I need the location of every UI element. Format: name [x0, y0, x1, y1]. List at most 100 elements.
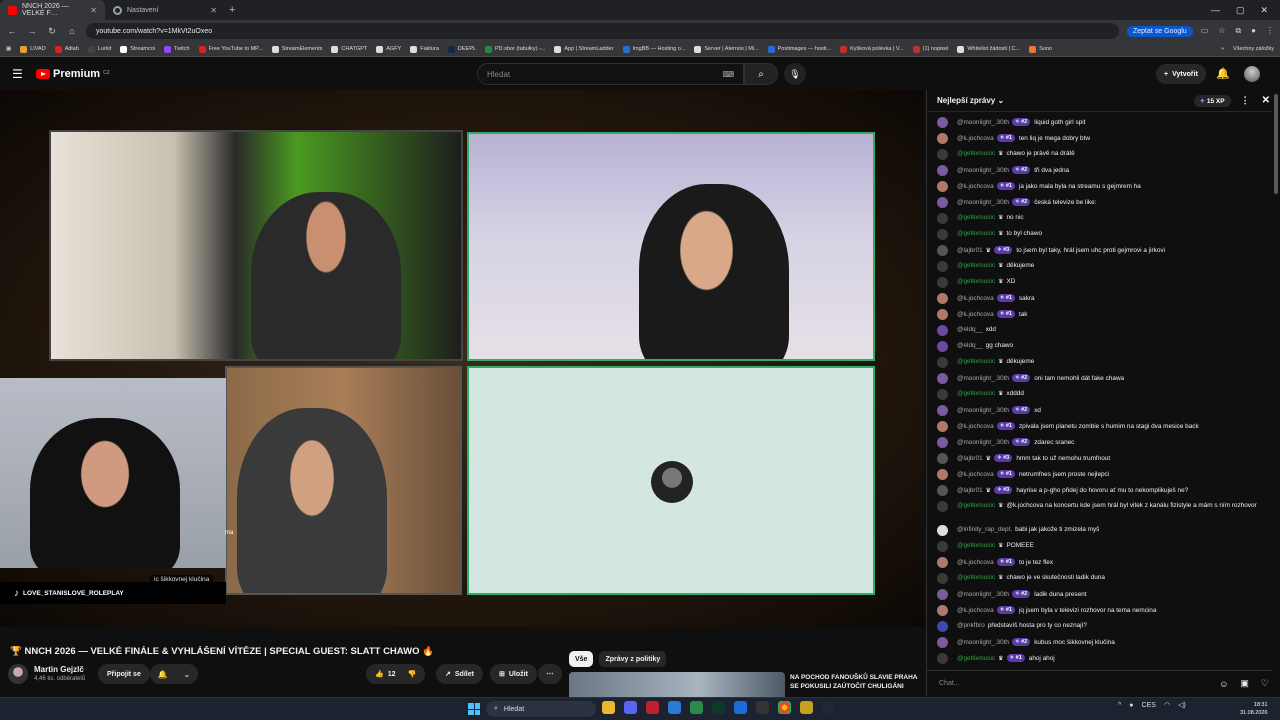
youtube-premium-logo[interactable]: Premium CZ [36, 68, 110, 80]
bookmark-item[interactable]: App | StreamLadder [554, 45, 614, 53]
chat-avatar[interactable] [937, 357, 948, 368]
chat-username[interactable]: @lajbr01 [957, 487, 983, 494]
page-scrollbar[interactable] [1272, 90, 1280, 696]
chat-username[interactable]: @pnkfbro [957, 622, 985, 629]
file-explorer-icon[interactable] [602, 701, 615, 714]
bookmark-item[interactable]: Streamcoi [120, 45, 155, 53]
bookmark-item[interactable]: ImgBB — Hosting o... [622, 45, 685, 53]
apps-icon[interactable]: ▦ [6, 46, 11, 52]
bookmark-item[interactable]: AGFY [376, 45, 401, 53]
super-chat-icon[interactable]: ▣ [1240, 678, 1249, 689]
channel-avatar[interactable] [8, 664, 28, 684]
chat-message[interactable]: @moonlight_.30th ✧ #2 liquid goth girl spi… [927, 114, 1271, 130]
chat-message[interactable]: @getlixmusic ♛ no nic [927, 210, 1271, 226]
chat-username[interactable]: @getlixmusic [957, 390, 995, 397]
chat-message[interactable]: @k.jochcova ✧ #1 zpivala jsem planetu zomb… [927, 418, 1271, 434]
like-button[interactable]: 👍 12 👎 [366, 664, 426, 684]
chat-avatar[interactable] [937, 501, 948, 512]
hamburger-menu-icon[interactable]: ☰ [12, 67, 26, 81]
app-icon[interactable] [646, 701, 659, 714]
chat-username[interactable]: @getlixmusic [957, 262, 995, 269]
chat-avatar[interactable] [937, 621, 948, 632]
more-actions-button[interactable]: ⋯ [538, 664, 562, 684]
chat-username[interactable]: @lajbr01 [957, 455, 983, 462]
cast-icon[interactable]: ▭ [1201, 26, 1209, 36]
bookmark-item[interactable]: (1) nopixel [912, 45, 948, 53]
chat-username[interactable]: @k.jochcova [957, 295, 994, 302]
chat-username[interactable]: @infinity_rap_dept. [957, 526, 1012, 533]
chat-message[interactable]: @k.jochcova ✧ #1 ten liq je mega dobry btw [927, 130, 1271, 146]
new-tab-icon[interactable]: + [229, 4, 235, 16]
chat-username[interactable]: @getlixmusic [957, 542, 995, 549]
chat-username[interactable]: @getlixmusic [957, 655, 995, 662]
chat-message[interactable]: @moonlight_.30th ✧ #2 oni tam nemohli dát … [927, 370, 1271, 386]
all-bookmarks-folder[interactable]: Všechny záložky [1233, 46, 1274, 52]
chat-message[interactable]: @lajbr01 ♛ ✧ #3 hmm tak to už nemohu trumfn… [927, 450, 1271, 466]
maximize-icon[interactable]: ▢ [1236, 5, 1245, 16]
menu-icon[interactable]: ⋮ [1266, 26, 1274, 36]
search-button[interactable]: ⌕ [744, 63, 778, 85]
discord-icon[interactable] [624, 701, 637, 714]
bookmark-item[interactable]: DEEPL [447, 45, 476, 53]
chat-avatar[interactable] [937, 637, 948, 648]
taskbar-search[interactable]: ⌕ Hledat [486, 701, 596, 717]
chat-message[interactable]: @eldq__ gg chawo [927, 338, 1271, 354]
keyboard-icon[interactable]: ⌨ [722, 70, 734, 79]
chat-avatar[interactable] [937, 389, 948, 400]
app-icon[interactable] [734, 701, 747, 714]
chat-username[interactable]: @eldq__ [957, 342, 983, 349]
chat-avatar[interactable] [937, 605, 948, 616]
bookmark-item[interactable]: StreamElements [271, 45, 322, 53]
chat-username[interactable]: @getlixmusic [957, 358, 995, 365]
chat-message[interactable]: @getlixmusic ♛ děkujeme [927, 258, 1271, 274]
app-icon[interactable] [800, 701, 813, 714]
chat-avatar[interactable] [937, 165, 948, 176]
ask-google-button[interactable]: Zeptat se Googlu [1127, 25, 1193, 37]
bookmark-item[interactable]: CHATGPT [331, 45, 367, 53]
chat-message[interactable]: @getlixmusic ♛ chawo je ve skutečnosti lad… [927, 570, 1271, 586]
bookmark-item[interactable]: Free YouTube to MP... [198, 45, 263, 53]
forward-icon[interactable]: → [26, 26, 38, 36]
save-button[interactable]: ⊞ Uložit [490, 664, 537, 684]
recommended-video-thumbnail[interactable] [569, 672, 785, 698]
chat-username[interactable]: @k.jochcova [957, 607, 994, 614]
chrome-icon[interactable] [778, 701, 791, 714]
chat-message[interactable]: @k.jochcova ✧ #1 netrumfnes jsem proste ne… [927, 466, 1271, 482]
search-input[interactable]: Hledat ⌨ [477, 63, 744, 85]
bookmark-item[interactable]: Adlab [54, 45, 79, 53]
chat-avatar[interactable] [937, 197, 948, 208]
chat-username[interactable]: @moonlight_.30th [957, 199, 1009, 206]
tray-app-icon[interactable]: ● [1129, 702, 1133, 709]
chat-username[interactable]: @k.jochcova [957, 183, 994, 190]
chat-avatar[interactable] [937, 277, 948, 288]
chip-politics[interactable]: Zprávy z politiky [599, 651, 667, 667]
chat-mode-selector[interactable]: Nejlepší zprávy ⌄ [937, 96, 1004, 105]
chat-username[interactable]: @k.jochcova [957, 311, 994, 318]
chat-message[interactable]: @moonlight_.30th ✧ #2 kubus moc šikkovnej … [927, 634, 1271, 650]
chat-message[interactable]: @lajbr01 ♛ ✧ #3 hayrise a p-gho přidej do h… [927, 482, 1271, 498]
chat-avatar[interactable] [937, 373, 948, 384]
bookmark-item[interactable]: Kyšková polévka | V... [840, 45, 904, 53]
voice-search-button[interactable]: 🎙 [784, 63, 806, 85]
chat-username[interactable]: @getlixmusic [957, 150, 995, 157]
create-button[interactable]: + Vytvořit [1156, 64, 1206, 84]
chat-avatar[interactable] [937, 573, 948, 584]
chat-message[interactable]: @moonlight_.30th ✧ #2 tři dva jedna [927, 162, 1271, 178]
notifications-bell-icon[interactable]: 🔔 [1216, 67, 1230, 80]
chat-message[interactable]: @moonlight_.30th ✧ #2 česká televize be li… [927, 194, 1271, 210]
bookmark-item[interactable]: PD.sbor (tabulky) -... [484, 45, 545, 53]
close-tab-icon[interactable]: ✕ [90, 6, 97, 15]
back-icon[interactable]: ← [6, 26, 18, 36]
close-tab-icon[interactable]: ✕ [210, 6, 217, 15]
obs-icon[interactable] [756, 701, 769, 714]
join-button[interactable]: Připojit se [98, 664, 150, 684]
chat-avatar[interactable] [937, 589, 948, 600]
chat-message[interactable]: @k.jochcova ✧ #1 ja jako mala byla na stre… [927, 178, 1271, 194]
bookmark-item[interactable]: Whitelist žádosti | C... [957, 45, 1020, 53]
chat-message[interactable]: @getlixmusic ♛ to byl chawo [927, 226, 1271, 242]
chat-message[interactable]: @getlixmusic ♛ chawo je právě na drátě [927, 146, 1271, 162]
chat-message[interactable]: @getlixmusic ♛ xdddd [927, 386, 1271, 402]
recommended-video-title[interactable]: NA POCHOD FANOUŠKŮ SLAVIE PRAHA SE POKUS… [790, 673, 920, 691]
channel-name[interactable]: Martin Gejzlč [34, 665, 84, 674]
chat-avatar[interactable] [937, 341, 948, 352]
